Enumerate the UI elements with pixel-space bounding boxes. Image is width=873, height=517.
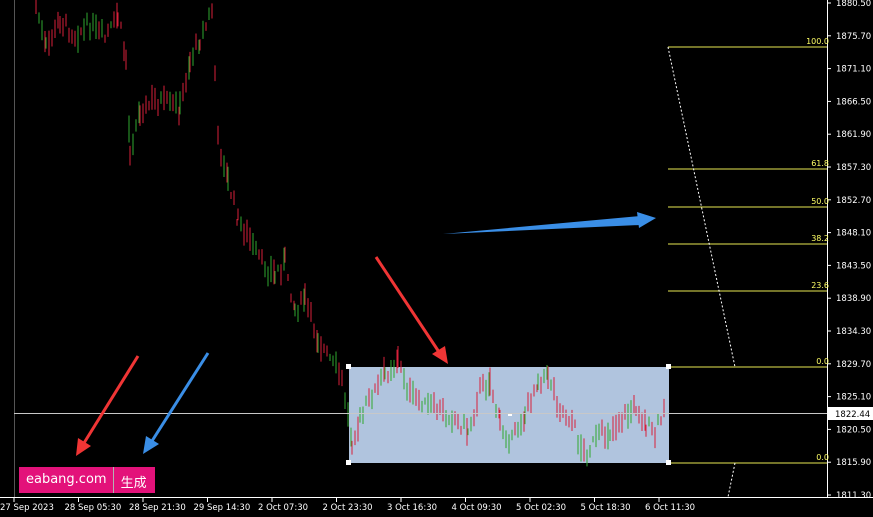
fibonacci-retracement[interactable]: 100.0 61.8 50.0 38.2 23.6 0.0: [667, 37, 829, 368]
fib-label-100: 100.0: [806, 37, 829, 46]
price-tick-label: 1815.90: [836, 458, 871, 468]
blue-arrow-left: [143, 352, 210, 454]
price-axis: 1880.50 1875.70 1871.10 1866.50 1861.90 1857.…: [827, 0, 871, 501]
box-handle-tr[interactable]: [666, 364, 671, 369]
time-axis: 27 Sep 2023 28 Sep 05:30 28 Sep 21:30 29 Se…: [0, 497, 695, 513]
fib-label-23-6: 23.6: [811, 281, 829, 290]
price-tick-label: 1852.70: [836, 196, 871, 206]
price-tick-label: 1871.10: [836, 65, 871, 75]
badge-suffix: 生成: [113, 467, 155, 493]
box-handle-br[interactable]: [666, 460, 671, 465]
price-tick-label: 1875.70: [836, 32, 871, 42]
price-tick-label: 1857.30: [836, 163, 871, 173]
price-tick-label: 1866.50: [836, 97, 871, 107]
time-tick-label: 3 Oct 16:30: [387, 503, 437, 513]
current-price-value: 1822.44: [835, 410, 870, 420]
price-tick-label: 1861.90: [836, 130, 871, 140]
time-tick-label: 4 Oct 09:30: [452, 503, 502, 513]
time-tick-label: 2 Oct 23:30: [323, 503, 373, 513]
time-tick-label: 29 Sep 14:30: [194, 503, 251, 513]
red-arrow-left: [76, 355, 140, 456]
price-tick-label: 1843.50: [836, 261, 871, 271]
time-tick-label: 27 Sep 2023: [0, 503, 54, 513]
price-chart[interactable]: 1880.50 1875.70 1871.10 1866.50 1861.90 1857.…: [0, 0, 873, 517]
price-tick-label: 1829.70: [836, 360, 871, 370]
fib-label-0: 0.0: [816, 357, 829, 366]
time-tick-label: 2 Oct 07:30: [258, 503, 308, 513]
price-tick-label: 1820.50: [836, 425, 871, 435]
time-tick-label: 6 Oct 11:30: [645, 503, 695, 513]
time-tick-label: 5 Oct 18:30: [581, 503, 631, 513]
price-tick-label: 1834.30: [836, 327, 871, 337]
fib-label-50: 50.0: [811, 197, 829, 206]
time-tick-label: 28 Sep 05:30: [65, 503, 122, 513]
blue-arrow-fib: [443, 212, 656, 234]
box-level-label: 0.0: [816, 453, 829, 462]
time-tick-label: 28 Sep 21:30: [129, 503, 186, 513]
badge-site: eabang.com: [19, 467, 113, 493]
price-tick-label: 1825.10: [836, 393, 871, 403]
time-tick-label: 5 Oct 02:30: [516, 503, 566, 513]
box-projection: [727, 462, 736, 498]
eabang-badge[interactable]: eabang.com 生成: [19, 467, 155, 493]
box-handle-bl[interactable]: [346, 460, 351, 465]
fib-label-61-8: 61.8: [811, 159, 829, 168]
badge-divider: [112, 467, 114, 493]
price-tick-label: 1811.30: [836, 491, 871, 501]
fib-label-38-2: 38.2: [811, 234, 829, 243]
price-tick-label: 1838.90: [836, 294, 871, 304]
box-handle-tl[interactable]: [346, 364, 351, 369]
red-arrow-box: [374, 256, 448, 364]
price-tick-label: 1848.10: [836, 229, 871, 239]
price-tick-label: 1880.50: [836, 0, 871, 9]
